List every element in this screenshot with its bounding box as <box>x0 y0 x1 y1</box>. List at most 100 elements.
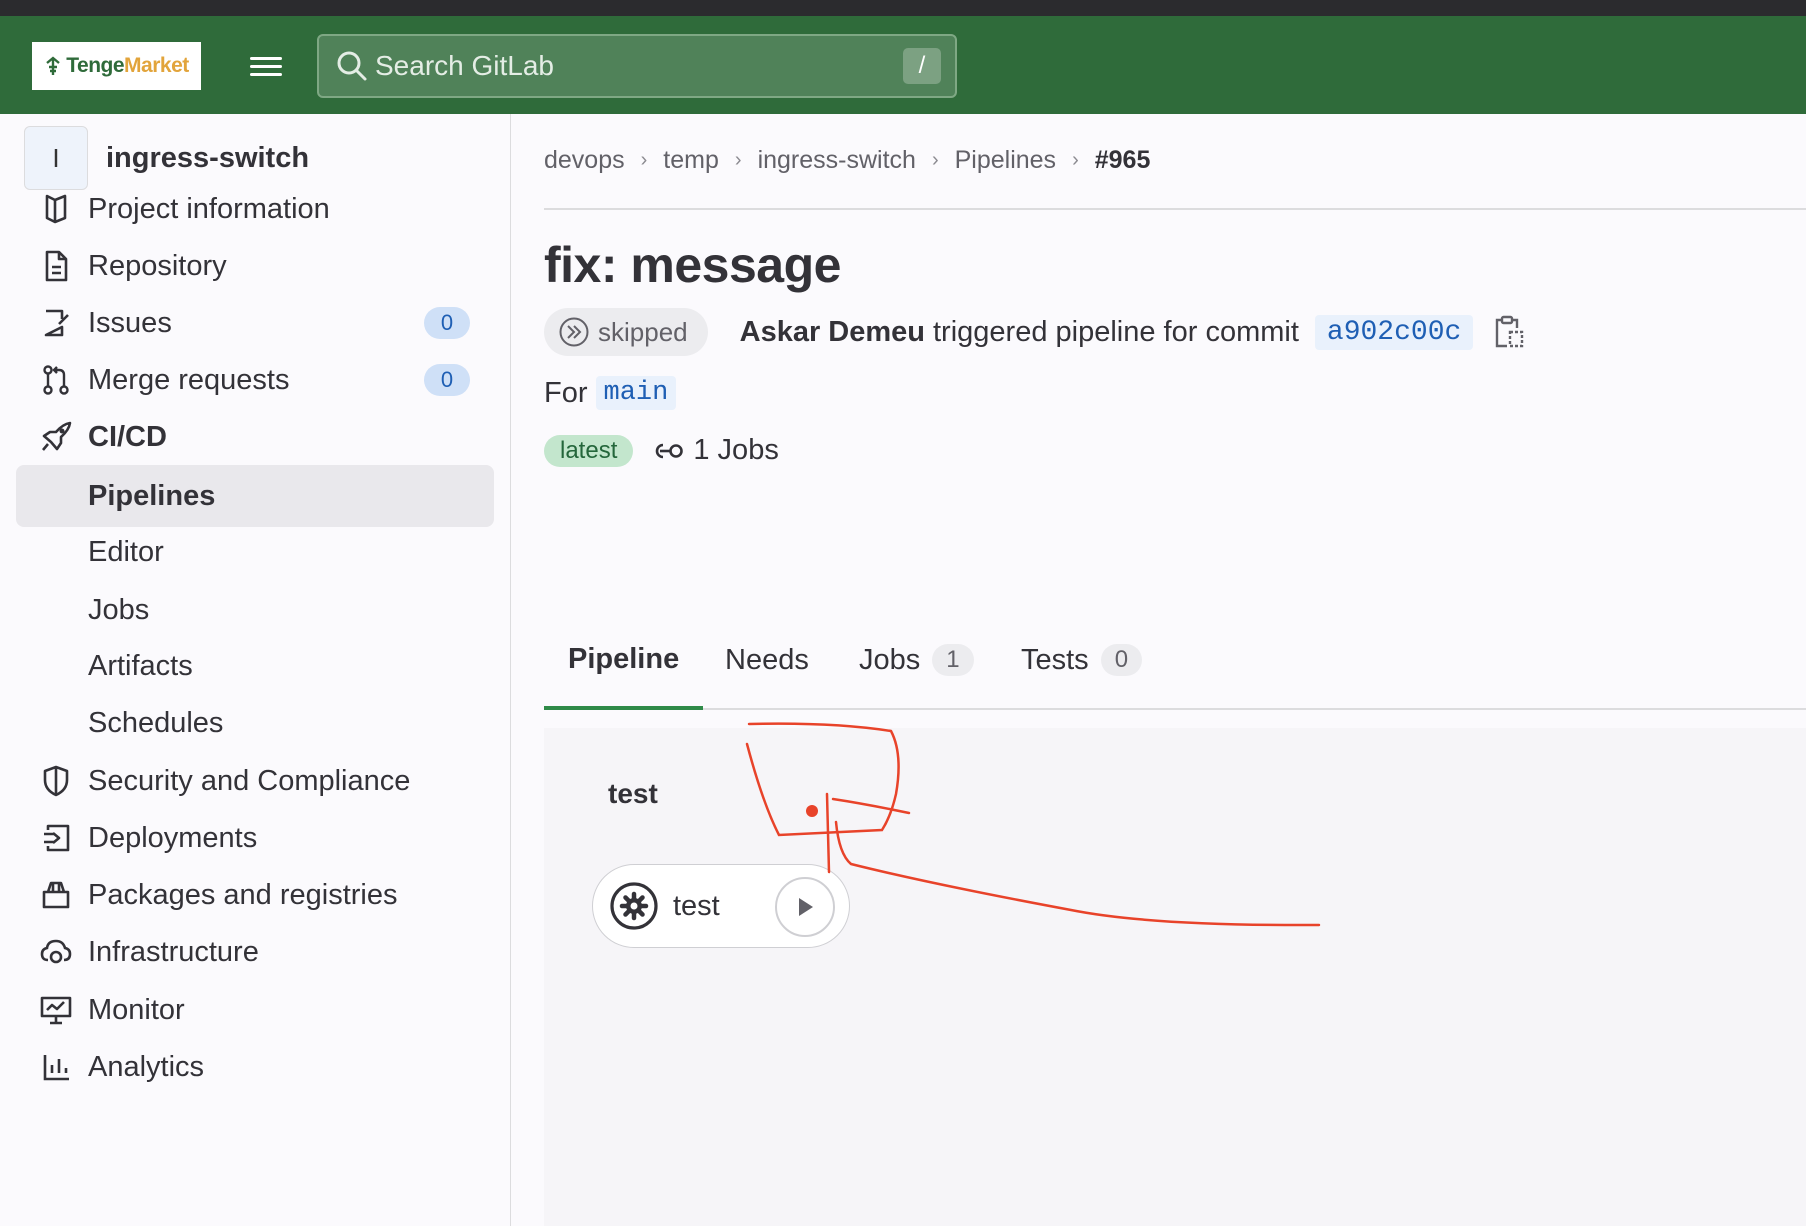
brand-logo[interactable]: Tenge Market <box>32 42 201 90</box>
jobs-summary-text: 1 Jobs <box>693 434 779 466</box>
status-badge[interactable]: skipped <box>544 308 708 356</box>
logo-text-primary: Tenge <box>66 54 125 77</box>
sidebar-item-pipelines[interactable]: Pipelines <box>16 465 494 527</box>
search-input[interactable] <box>369 36 903 96</box>
logo-text-secondary: Market <box>124 54 189 77</box>
sidebar-item-label: Packages and registries <box>88 878 398 911</box>
monitor-icon <box>36 990 76 1030</box>
window-top-strip <box>0 0 1806 16</box>
tab-needs[interactable]: Needs <box>725 612 809 708</box>
copy-clipboard-icon[interactable] <box>1493 314 1525 350</box>
play-icon <box>799 898 813 916</box>
sidebar-item-label: Infrastructure <box>88 935 259 968</box>
sidebar-item-artifacts[interactable]: Artifacts <box>16 635 494 697</box>
sidebar-item-label: Pipelines <box>88 479 216 512</box>
sidebar-item-editor[interactable]: Editor <box>16 521 494 583</box>
sidebar-item-schedules[interactable]: Schedules <box>16 692 494 754</box>
pipeline-meta: skipped Askar Demeu triggered pipeline f… <box>544 308 1525 356</box>
sidebar-item-label: Monitor <box>88 993 185 1026</box>
cloud-gear-icon <box>36 932 76 972</box>
branch-row: For main <box>544 376 677 410</box>
sidebar-item-label: Project information <box>88 192 330 225</box>
sidebar-item-project-information[interactable]: Project information <box>16 178 494 240</box>
sidebar-item-label: Deployments <box>88 821 258 854</box>
hamburger-menu-icon[interactable] <box>246 52 286 82</box>
sidebar-item-infrastructure[interactable]: Infrastructure <box>16 921 494 983</box>
tags-row: latest 1 Jobs <box>544 434 779 467</box>
tab-pipeline[interactable]: Pipeline <box>544 612 704 710</box>
sidebar-item-label: Repository <box>88 249 227 282</box>
sidebar-item-issues[interactable]: Issues 0 <box>16 292 494 354</box>
sidebar-item-packages-and-registries[interactable]: Packages and registries <box>16 864 494 926</box>
stage-title: test <box>608 778 658 809</box>
for-label: For <box>544 376 588 409</box>
search-box[interactable]: / <box>317 34 957 98</box>
merge-request-icon <box>36 360 76 400</box>
sidebar-item-security-and-compliance[interactable]: Security and Compliance <box>16 750 494 812</box>
sidebar-item-label: Schedules <box>88 706 224 739</box>
deployments-icon <box>36 818 76 858</box>
project-sidebar: I ingress-switch Project information Rep… <box>0 114 511 1226</box>
pipeline-graph: test test <box>544 728 1806 1226</box>
branch-link[interactable]: main <box>595 376 677 410</box>
breadcrumb-item-current[interactable]: #965 <box>1095 146 1151 175</box>
sidebar-item-label: Security and Compliance <box>88 764 411 797</box>
jobs-summary: 1 Jobs <box>651 434 779 467</box>
search-shortcut-badge: / <box>903 48 941 84</box>
sidebar-item-label: Artifacts <box>88 649 193 682</box>
sidebar-item-jobs[interactable]: Jobs <box>16 579 494 641</box>
sidebar-item-analytics[interactable]: Analytics <box>16 1036 494 1098</box>
pipeline-tabs: Pipeline Needs Jobs 1 Tests 0 <box>544 612 1806 710</box>
main-content: devops › temp › ingress-switch › Pipelin… <box>544 114 1806 1226</box>
shield-icon <box>36 761 76 801</box>
sidebar-item-deployments[interactable]: Deployments <box>16 807 494 869</box>
breadcrumb-item-devops[interactable]: devops <box>544 146 625 175</box>
package-icon <box>36 875 76 915</box>
logo-mark-icon <box>46 56 61 75</box>
chevron-right-icon: › <box>734 149 742 171</box>
play-job-button[interactable] <box>775 877 835 937</box>
tab-label: Pipeline <box>568 642 680 675</box>
divider <box>544 208 1806 210</box>
tab-count-badge: 1 <box>932 644 974 676</box>
issues-count-badge: 0 <box>424 307 470 339</box>
breadcrumb: devops › temp › ingress-switch › Pipelin… <box>544 146 1150 175</box>
rocket-icon <box>36 417 76 457</box>
breadcrumb-item-project[interactable]: ingress-switch <box>758 146 916 175</box>
document-icon <box>36 246 76 286</box>
author-link[interactable]: Askar Demeu <box>740 316 925 349</box>
sidebar-item-ci-cd[interactable]: CI/CD <box>16 406 494 468</box>
job-pill[interactable]: test <box>592 864 850 948</box>
chevron-right-icon: › <box>931 149 939 171</box>
status-text: skipped <box>598 316 688 347</box>
chart-icon <box>36 1047 76 1087</box>
breadcrumb-item-pipelines[interactable]: Pipelines <box>955 146 1056 175</box>
commit-sha-link[interactable]: a902c00c <box>1314 314 1474 350</box>
tab-count-badge: 0 <box>1100 644 1143 676</box>
tab-label: Needs <box>725 643 809 676</box>
sidebar-item-merge-requests[interactable]: Merge requests 0 <box>16 349 494 411</box>
search-icon <box>337 51 367 81</box>
tab-label: Jobs <box>859 643 921 676</box>
sidebar-item-label: Analytics <box>88 1050 205 1083</box>
sidebar-item-monitor[interactable]: Monitor <box>16 979 494 1041</box>
chevron-right-icon: › <box>1072 149 1079 171</box>
top-navbar: TengeMarket / <box>0 16 1806 114</box>
merge-requests-count-badge: 0 <box>424 364 470 396</box>
page-title: fix: message <box>544 237 841 293</box>
sidebar-item-label: Editor <box>88 535 164 568</box>
sidebar-item-label: Jobs <box>88 593 150 626</box>
job-name: test <box>673 889 720 922</box>
gear-icon <box>610 882 658 930</box>
sidebar-item-label: CI/CD <box>88 420 167 453</box>
tab-tests[interactable]: Tests 0 <box>1021 612 1143 708</box>
sidebar-item-repository[interactable]: Repository <box>16 235 494 297</box>
issues-icon <box>36 303 76 343</box>
sidebar-item-label: Issues <box>88 306 172 339</box>
tab-jobs[interactable]: Jobs 1 <box>859 612 974 708</box>
breadcrumb-item-temp[interactable]: temp <box>663 146 719 175</box>
chevron-right-icon: › <box>640 149 648 171</box>
trigger-text: triggered pipeline for commit <box>933 315 1299 348</box>
project-name: ingress-switch <box>106 141 310 174</box>
skipped-status-icon <box>559 317 589 347</box>
